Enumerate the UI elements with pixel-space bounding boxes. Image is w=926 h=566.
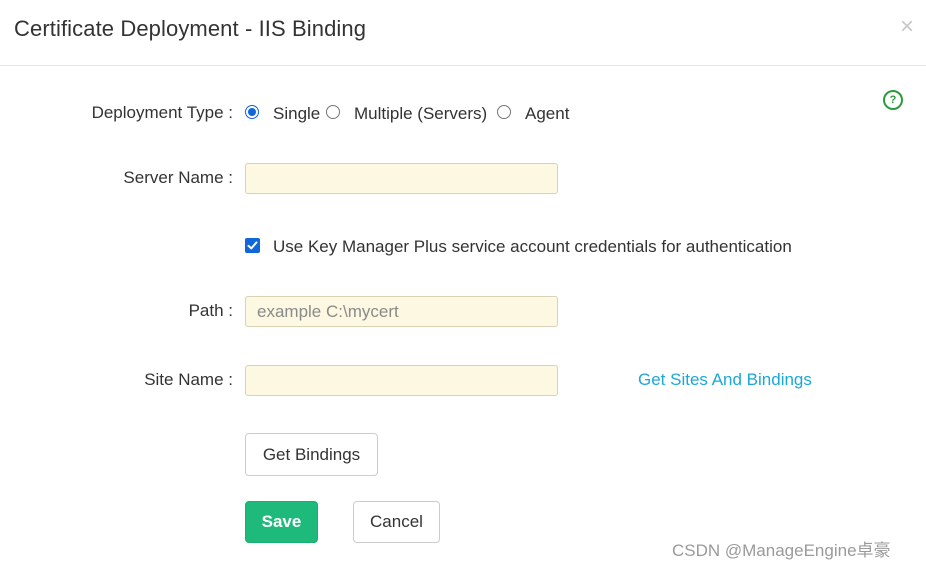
checkmark-icon: [247, 241, 258, 250]
deployment-type-single-radio[interactable]: [245, 105, 259, 119]
site-name-input[interactable]: [245, 365, 558, 396]
use-credentials-checkbox[interactable]: [245, 238, 260, 253]
use-credentials-label[interactable]: Use Key Manager Plus service account cre…: [273, 237, 792, 257]
dialog-header: Certificate Deployment - IIS Binding ×: [0, 0, 926, 66]
dialog-title: Certificate Deployment - IIS Binding: [14, 16, 367, 41]
site-name-label: Site Name :: [144, 370, 233, 389]
deployment-type-multiple-radio[interactable]: [326, 105, 340, 119]
cancel-button[interactable]: Cancel: [353, 501, 440, 543]
deployment-type-single-label[interactable]: Single: [273, 104, 320, 124]
close-icon[interactable]: ×: [896, 14, 918, 40]
get-sites-and-bindings-link[interactable]: Get Sites And Bindings: [638, 370, 812, 390]
server-name-label: Server Name :: [123, 168, 233, 187]
path-input[interactable]: [245, 296, 558, 327]
watermark: CSDN @ManageEngine卓豪: [672, 541, 891, 560]
get-bindings-button[interactable]: Get Bindings: [245, 433, 378, 476]
deployment-type-multiple-label[interactable]: Multiple (Servers): [354, 104, 487, 124]
help-icon[interactable]: ?: [883, 90, 903, 110]
deployment-type-agent-label[interactable]: Agent: [525, 104, 569, 124]
deployment-type-agent-radio[interactable]: [497, 105, 511, 119]
path-label: Path :: [188, 301, 233, 320]
server-name-input[interactable]: [245, 163, 558, 194]
deployment-type-label: Deployment Type :: [91, 103, 233, 122]
save-button[interactable]: Save: [245, 501, 318, 543]
